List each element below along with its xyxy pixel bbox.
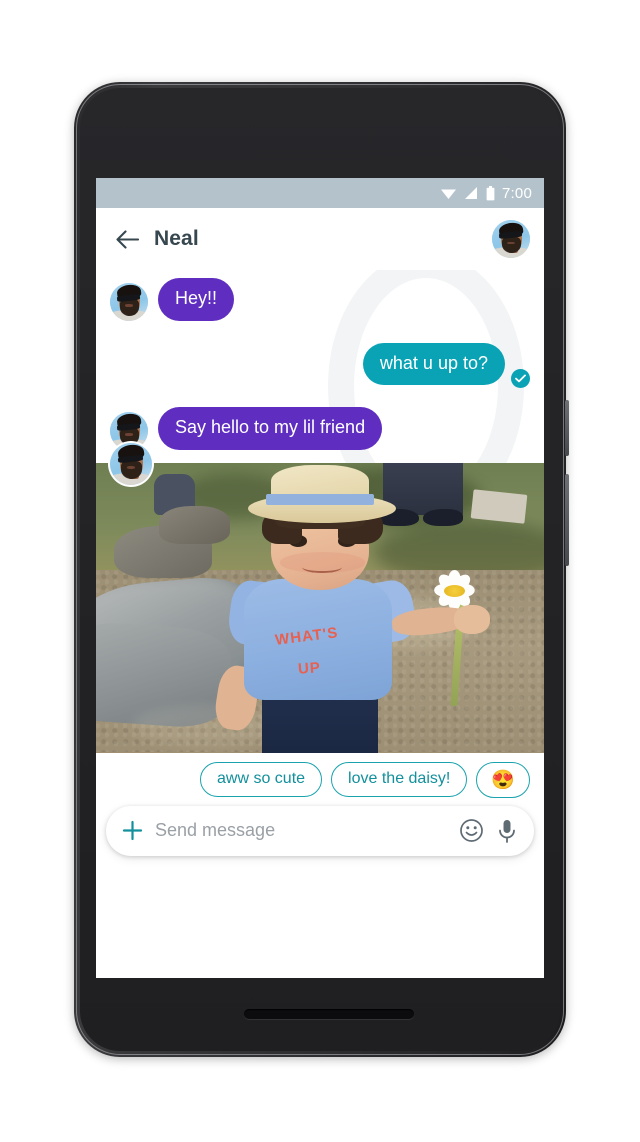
photo-rock xyxy=(158,506,231,544)
power-button[interactable] xyxy=(565,400,569,456)
emoji-icon[interactable] xyxy=(459,818,484,843)
check-icon xyxy=(515,374,526,383)
message-row: what u up to? xyxy=(96,342,544,388)
contact-avatar[interactable] xyxy=(492,220,530,258)
conversation-thread: Hey!! what u up to? Say hello to my lil … xyxy=(96,270,544,978)
message-avatar[interactable] xyxy=(110,442,152,485)
message-composer[interactable]: Send message xyxy=(106,805,534,856)
back-arrow-icon xyxy=(115,229,139,249)
suggestion-chip-emoji[interactable]: 😍 xyxy=(476,761,530,798)
message-bubble-outgoing[interactable]: what u up to? xyxy=(362,342,505,385)
wifi-icon xyxy=(441,189,456,199)
phone-device: 7:00 Neal Hey!! what u up to? Say hello … xyxy=(74,82,569,1057)
photo-background-shoe xyxy=(423,508,464,527)
volume-button[interactable] xyxy=(565,474,569,566)
message-bubble-incoming[interactable]: Say hello to my lil friend xyxy=(158,407,383,450)
suggestion-chip-2[interactable]: love the daisy! xyxy=(331,762,468,797)
message-row: Say hello to my lil friend xyxy=(96,407,544,450)
status-time: 7:00 xyxy=(502,184,532,202)
suggestion-chip-1[interactable]: aww so cute xyxy=(200,762,323,797)
message-bubble-incoming[interactable]: Hey!! xyxy=(158,278,235,321)
app-bar: Neal xyxy=(96,208,544,270)
status-bar: 7:00 xyxy=(96,178,544,208)
send-message-input[interactable]: Send message xyxy=(155,820,447,841)
photo-child-smile xyxy=(302,561,343,573)
message-avatar[interactable] xyxy=(110,282,148,321)
signal-icon xyxy=(465,187,477,199)
avatar-mouth xyxy=(125,304,133,307)
bottom-speaker-icon xyxy=(244,1009,414,1019)
page-title: Neal xyxy=(154,227,199,250)
suggestion-chips: aww so cute love the daisy! 😍 xyxy=(96,752,544,804)
avatar-mouth xyxy=(125,433,133,436)
daisy-center xyxy=(443,584,465,597)
photo-child-hand xyxy=(454,604,491,634)
photo-child-hat-band xyxy=(266,494,374,505)
phone-screen: 7:00 Neal Hey!! what u up to? Say hello … xyxy=(96,178,544,978)
delivered-status-badge xyxy=(511,369,530,388)
plus-icon[interactable] xyxy=(122,820,143,841)
photo-shirt-text: UP xyxy=(297,658,322,678)
avatar-beard xyxy=(119,299,139,316)
microphone-icon[interactable] xyxy=(496,818,518,844)
battery-icon xyxy=(486,185,495,200)
message-row-photo: WHAT'S UP xyxy=(96,442,544,753)
photo-curb xyxy=(470,488,528,524)
message-row: Hey!! xyxy=(96,278,544,321)
back-button[interactable] xyxy=(110,222,144,256)
photo-attachment[interactable]: WHAT'S UP xyxy=(96,462,544,753)
